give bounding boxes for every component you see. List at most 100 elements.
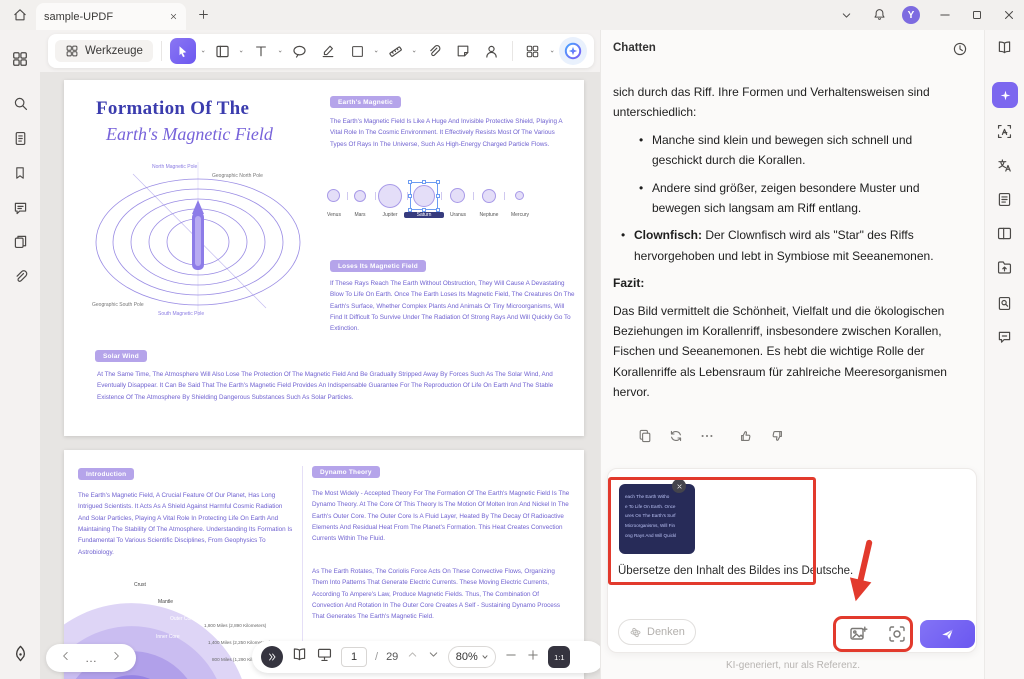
notifications-bell-icon[interactable] [872,7,887,27]
planet-label: Mercury [510,212,530,218]
pages-icon[interactable] [9,230,31,252]
more-tools[interactable] [521,39,545,63]
tab-title: sample-UPDF [44,10,114,23]
label-south-magnetic-pole: South Magnetic Pole [158,311,205,317]
page-view-chevron-icon[interactable] [239,47,243,56]
measure-tool[interactable] [383,39,407,63]
pen-nib-icon[interactable] [9,642,31,664]
document-tab[interactable]: sample-UPDF [36,3,186,30]
more-icon[interactable] [699,428,715,449]
para-dynamo-2: As The Earth Rotates, The Coriolis Force… [312,568,561,621]
measure-mantle: 1,800 Miles (2,890 Kilometers) [204,623,267,628]
ai-disclaimer: KI-generiert, nur als Referenz. [726,660,860,671]
home-icon[interactable] [12,7,28,28]
attachments-icon[interactable] [9,265,31,287]
avatar[interactable]: Y [902,6,920,24]
highlighter-tool[interactable] [316,39,340,63]
speech-icon[interactable] [994,326,1016,348]
minimize-button[interactable] [938,8,952,27]
badge-dynamo-theory: Dynamo Theory [312,466,380,478]
stamp-tool[interactable] [451,39,475,63]
search-document-icon[interactable] [994,292,1016,314]
annotation-tool[interactable] [287,39,311,63]
label-outer-core: Outer Core [170,616,195,622]
next-page-icon[interactable] [427,648,440,666]
search-icon[interactable] [9,92,31,114]
page-number-input[interactable] [341,647,367,667]
label-mantle: Mantle [158,599,174,605]
para-solar-wind: At The Same Time, The Atmosphere Will Al… [97,371,554,401]
zoom-out-icon[interactable] [504,648,518,667]
para-dynamo-1: The Most Widely - Accepted Theory For Th… [312,490,570,543]
think-label: Denken [647,626,685,638]
message-bullet: • Manche sind klein und bewegen sich schn… [639,132,913,168]
nav-back-icon[interactable] [60,649,72,667]
ai-chat-icon[interactable] [992,82,1018,108]
annotation-arrow [849,539,873,602]
annotation-rect-icons [833,616,913,652]
export-icon[interactable] [994,256,1016,278]
thumbs-down-icon[interactable] [769,428,785,449]
annotation-rect-attachment [608,477,816,585]
thumbs-up-icon[interactable] [738,428,754,449]
page-separator: / [375,651,379,663]
text-tool-chevron-icon[interactable] [278,47,282,56]
hide-panel-icon[interactable] [994,36,1016,58]
page-nav-pill: … [46,644,136,672]
planet-circle-venus [327,189,340,202]
copy-icon[interactable] [637,428,653,449]
page-total: 29 [386,651,399,663]
nav-more-button[interactable]: … [85,652,97,664]
close-button[interactable] [1002,8,1016,27]
thumbnails-icon[interactable] [9,127,31,149]
fit-actual-size-button[interactable]: 1:1 [548,646,571,668]
more-tools-chevron-icon[interactable] [550,47,554,56]
send-button[interactable] [920,620,975,648]
reader-mode-icon[interactable] [291,646,308,668]
think-toggle[interactable]: Denken [618,619,696,645]
badge-earths-magnetic: Earth's Magnetic [330,96,401,108]
layout-panel-icon[interactable] [994,222,1016,244]
chevron-down-icon[interactable] [840,9,853,27]
summarize-icon[interactable] [994,188,1016,210]
presentation-mode-icon[interactable] [316,646,333,668]
left-sidebar [0,30,40,679]
nav-forward-icon[interactable] [110,649,122,667]
comments-icon[interactable] [9,197,31,219]
divider [160,41,162,61]
ai-assistant-tool[interactable] [559,37,588,65]
tab-close-icon[interactable] [169,8,178,26]
bookmark-icon[interactable] [9,162,31,184]
signature-tool[interactable] [480,39,504,63]
pdf-page-1[interactable]: Formation Of The Earth's Magnetic Field … [64,80,584,436]
maximize-button[interactable] [970,8,984,27]
pdf-viewport[interactable]: Formation Of The Earth's Magnetic Field … [40,72,600,679]
badge-introduction: Introduction [78,468,135,480]
text-tool[interactable] [249,39,273,63]
zoom-select[interactable]: 80% [448,646,497,668]
expand-panel-button[interactable] [261,646,283,668]
planet-circle-mercury [515,191,524,200]
shapes-tool[interactable] [345,39,369,63]
attach-file-tool[interactable] [422,39,446,63]
select-tool[interactable] [169,38,196,64]
regenerate-icon[interactable] [668,428,684,449]
tools-menu-button[interactable]: Werkzeuge [55,40,153,62]
page-view-tool[interactable] [210,39,234,63]
select-tool-chevron-icon[interactable] [201,47,205,56]
ocr-icon[interactable] [994,120,1016,142]
zoom-in-icon[interactable] [526,648,540,667]
updf-window: sample-UPDF Y Werkzeuge Formation Of The… [0,0,1024,679]
message-fazit-label: Fazit: [613,276,645,291]
chat-history-icon[interactable] [952,41,968,62]
translate-icon[interactable] [994,154,1016,176]
label-geographic-north-pole: Geographic North Pole [212,173,263,179]
zoom-value: 80% [455,651,478,663]
label-geographic-south-pole: Geographic South Pole [92,302,144,308]
shapes-chevron-icon[interactable] [374,47,378,56]
selection-box[interactable] [408,180,440,212]
previous-page-icon[interactable] [406,648,419,666]
measure-chevron-icon[interactable] [412,47,416,56]
new-tab-button[interactable] [197,8,210,26]
apps-grid-icon[interactable] [9,48,31,70]
